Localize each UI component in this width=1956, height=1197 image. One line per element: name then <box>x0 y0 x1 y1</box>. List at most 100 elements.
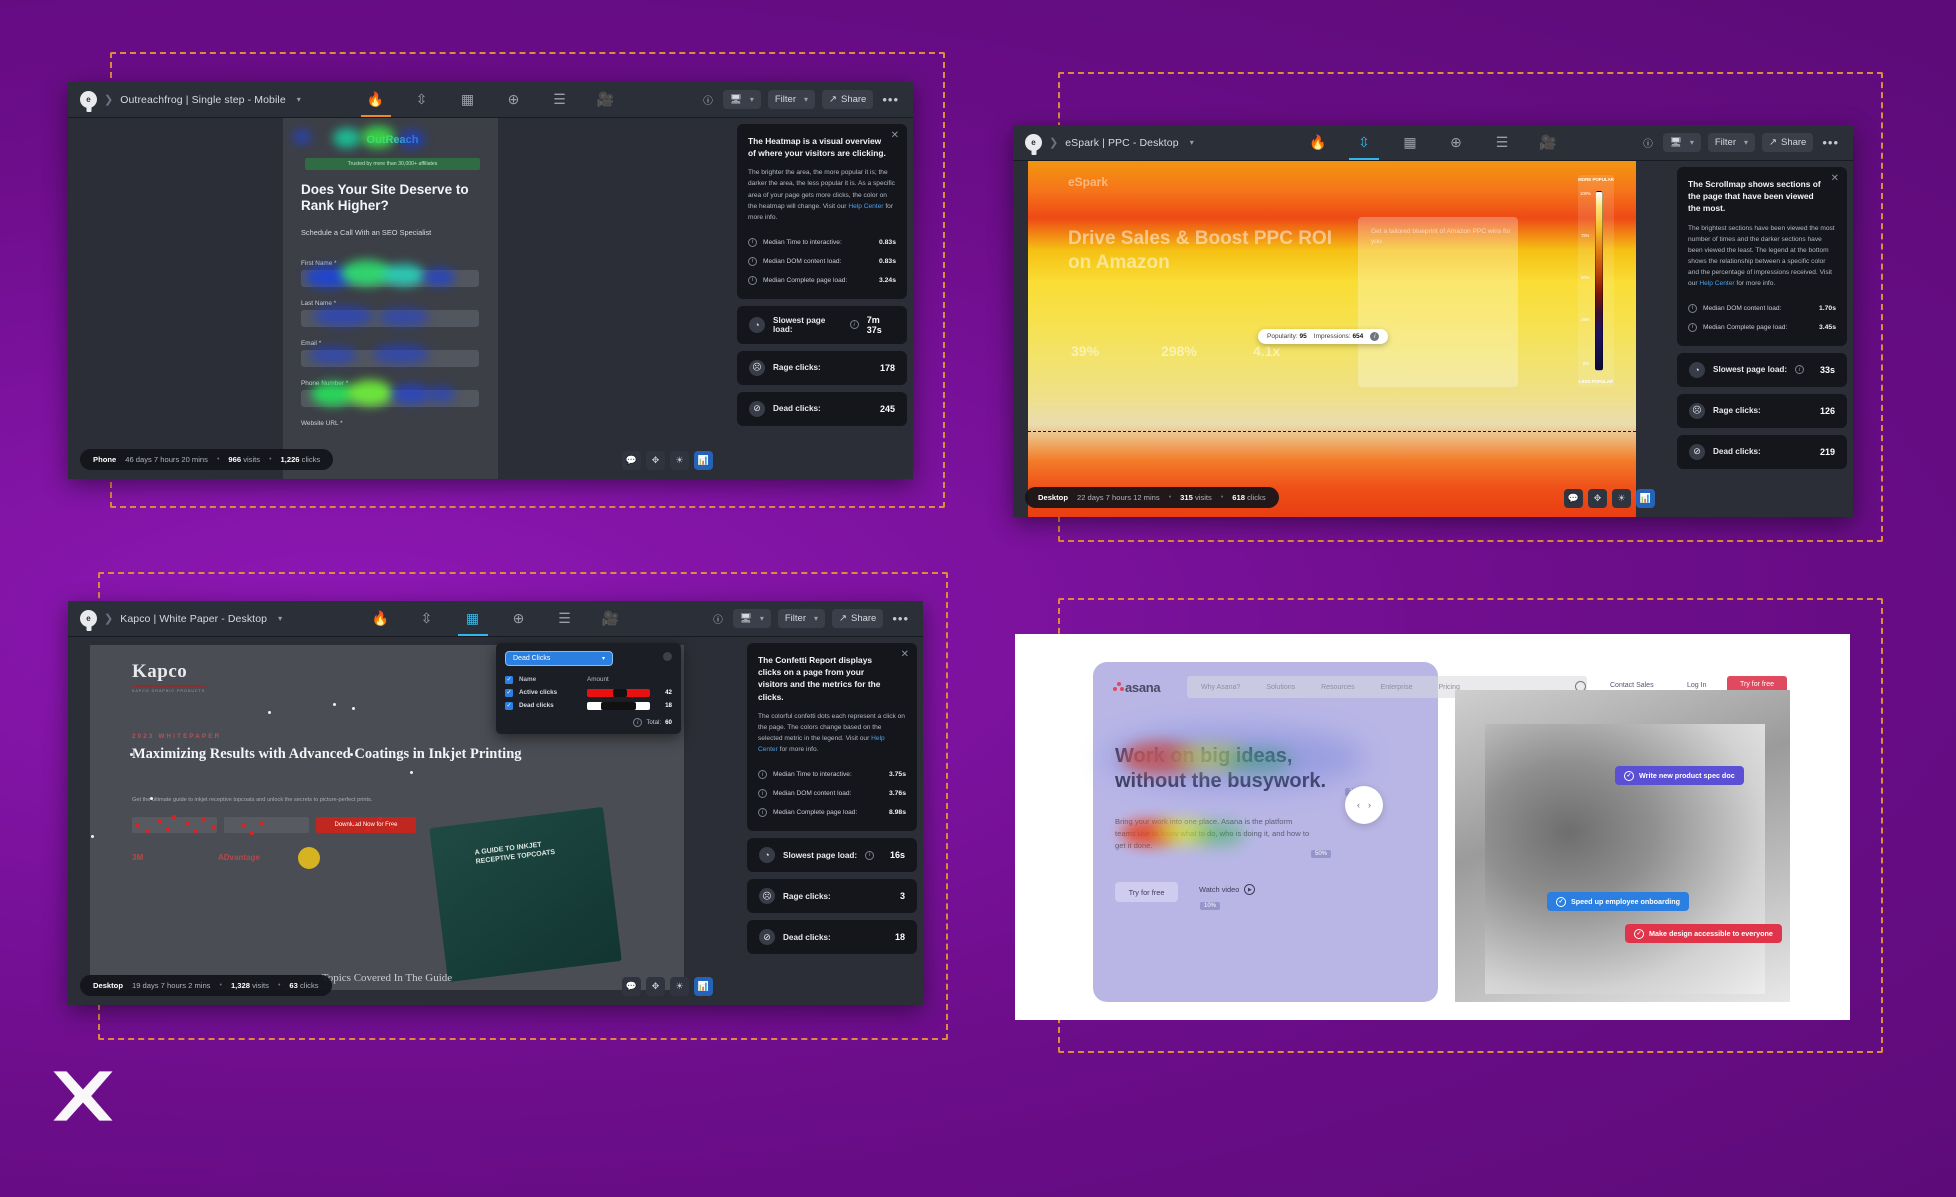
comment-icon[interactable]: 💬 <box>622 451 641 470</box>
breadcrumb-caret-icon[interactable]: ▾ <box>297 95 301 104</box>
info-icon[interactable]: i <box>748 275 757 285</box>
confetti-dot[interactable] <box>250 831 254 835</box>
tab-scrollmap-icon[interactable]: ⇳ <box>409 82 435 117</box>
close-icon[interactable]: ✕ <box>891 130 899 141</box>
info-icon[interactable]: i <box>1688 322 1697 332</box>
device-selector[interactable]: 🖥 ▾ <box>732 609 771 628</box>
tab-list-icon[interactable]: ☰ <box>552 601 578 636</box>
pointer-icon[interactable]: ✥ <box>1588 489 1607 508</box>
confetti-dot[interactable] <box>212 825 216 829</box>
confetti-dot[interactable] <box>410 771 413 774</box>
preview-field-input[interactable] <box>301 390 479 407</box>
task-chip-employee-onboarding[interactable]: ✓ Speed up employee onboarding <box>1547 892 1690 911</box>
nav-log-in[interactable]: Log In <box>1687 682 1706 689</box>
confetti-legend-popup[interactable]: Dead Clicks ▾ ✓ Name Amount ✓ Active cli… <box>496 643 681 734</box>
confetti-dot[interactable] <box>130 753 133 756</box>
more-options-icon[interactable]: ••• <box>880 92 901 107</box>
metric-select[interactable]: Dead Clicks ▾ <box>505 651 613 666</box>
sun-icon[interactable]: ☀ <box>670 977 689 996</box>
tab-heatmap-flame-icon[interactable]: 🔥 <box>360 82 391 117</box>
confetti-dot[interactable] <box>166 827 170 831</box>
confetti-dot[interactable] <box>390 825 394 829</box>
nav-item-why-asana[interactable]: Why Asana? <box>1201 684 1240 691</box>
info-icon[interactable]: i <box>758 770 767 779</box>
close-icon[interactable]: ✕ <box>1831 173 1839 184</box>
info-icon[interactable]: i <box>865 850 875 860</box>
preview-field-input[interactable] <box>301 270 479 287</box>
legend-row-active-clicks[interactable]: ✓ Active clicks 42 <box>505 686 672 699</box>
confetti-dot[interactable] <box>136 823 140 827</box>
scrollmap-canvas-tools[interactable]: 💬 ✥ ☀ 📊 <box>1564 489 1655 508</box>
nav-item-enterprise[interactable]: Enterprise <box>1381 684 1413 691</box>
tab-list-icon[interactable]: ☰ <box>547 82 573 117</box>
bar-chart-icon[interactable]: 📊 <box>694 451 713 470</box>
help-center-link[interactable]: Help Center <box>1699 280 1734 287</box>
filter-button[interactable]: Filter ▾ <box>1707 133 1756 152</box>
confetti-dot[interactable] <box>260 821 264 825</box>
close-icon[interactable]: ✕ <box>901 649 909 660</box>
confetti-dot[interactable] <box>186 821 190 825</box>
sun-icon[interactable]: ☀ <box>1612 489 1631 508</box>
tab-add-icon[interactable]: ⊕ <box>1443 125 1469 160</box>
confetti-dot[interactable] <box>146 829 150 833</box>
more-options-icon[interactable]: ••• <box>1820 135 1841 150</box>
chevron-left-icon[interactable]: ‹ <box>1357 800 1360 810</box>
tab-confetti-grid-icon[interactable]: ▦ <box>1397 125 1423 160</box>
info-icon[interactable]: i <box>1688 303 1697 313</box>
asana-window[interactable]: asana Why Asana? Solutions Resources Ent… <box>1015 634 1850 1020</box>
row-checkbox[interactable]: ✓ <box>505 688 513 697</box>
comment-icon[interactable]: 💬 <box>1564 489 1583 508</box>
info-icon[interactable]: i <box>633 718 643 727</box>
more-options-icon[interactable]: ••• <box>890 611 911 626</box>
info-icon[interactable]: ⓘ <box>710 609 726 628</box>
bar-chart-icon[interactable]: 📊 <box>694 977 713 996</box>
info-icon[interactable]: i <box>849 320 859 330</box>
breadcrumb-label[interactable]: Kapco | White Paper - Desktop <box>120 613 267 625</box>
share-button[interactable]: ↗ Share <box>832 609 884 628</box>
confetti-dot[interactable] <box>333 703 336 706</box>
confetti-dot[interactable] <box>202 817 206 821</box>
filter-button[interactable]: Filter ▾ <box>767 90 816 109</box>
tab-heatmap-flame-icon[interactable]: 🔥 <box>368 601 394 636</box>
row-checkbox[interactable]: ✓ <box>505 701 513 710</box>
tab-scrollmap-icon[interactable]: ⇳ <box>1349 125 1379 160</box>
breadcrumb-caret-icon[interactable]: ▾ <box>1190 138 1194 147</box>
confetti-dot[interactable] <box>352 707 355 710</box>
tab-confetti-grid-icon[interactable]: ▦ <box>455 82 481 117</box>
info-icon[interactable]: ⓘ <box>700 90 716 109</box>
preview-cta-button[interactable]: Download Now for Free <box>316 817 416 833</box>
legend-row-dead-clicks[interactable]: ✓ Dead clicks 18 <box>505 699 672 712</box>
breadcrumb-label[interactable]: eSpark | PPC - Desktop <box>1065 137 1178 149</box>
preview-field-input[interactable] <box>301 310 479 327</box>
scrollmap-window[interactable]: e ❯ eSpark | PPC - Desktop ▾ 🔥 ⇳ ▦ ⊕ ☰ 🎥… <box>1013 125 1853 517</box>
task-chip-write-product-spec[interactable]: ✓ Write new product spec doc <box>1615 766 1744 785</box>
info-icon[interactable]: i <box>748 256 757 266</box>
tab-video-icon[interactable]: 🎥 <box>1535 125 1561 160</box>
try-for-free-button[interactable]: Try for free <box>1115 882 1178 902</box>
nav-item-solutions[interactable]: Solutions <box>1266 684 1295 691</box>
preview-field-input[interactable] <box>301 350 479 367</box>
comment-icon[interactable]: 💬 <box>622 977 641 996</box>
info-icon[interactable]: i <box>1795 365 1805 375</box>
tab-video-icon[interactable]: 🎥 <box>593 82 619 117</box>
confetti-dot[interactable] <box>150 797 153 800</box>
info-icon[interactable]: i <box>1370 332 1380 341</box>
bar-chart-icon[interactable]: 📊 <box>1636 489 1655 508</box>
breadcrumb-label[interactable]: Outreachfrog | Single step - Mobile <box>120 94 286 106</box>
carousel-arrows[interactable]: ‹ › <box>1345 786 1383 824</box>
confetti-dot[interactable] <box>350 753 353 756</box>
info-icon[interactable]: i <box>748 237 757 247</box>
device-selector[interactable]: 🖥 ▾ <box>1662 133 1701 152</box>
device-selector[interactable]: 🖥 ▾ <box>722 90 761 109</box>
breadcrumb-caret-icon[interactable]: ▾ <box>278 614 282 623</box>
confetti-dot[interactable] <box>91 835 94 838</box>
info-icon[interactable]: i <box>758 808 767 817</box>
popularity-pill[interactable]: Popularity: 95 Impressions: 654 i <box>1258 329 1389 344</box>
confetti-dot[interactable] <box>242 823 246 827</box>
confetti-canvas-tools[interactable]: 💬 ✥ ☀ 📊 <box>622 977 713 996</box>
watch-video-button[interactable]: Watch video ▶ <box>1199 884 1256 895</box>
tab-list-icon[interactable]: ☰ <box>1489 125 1515 160</box>
heatmap-canvas-tools[interactable]: 💬 ✥ ☀ 📊 <box>622 451 713 470</box>
chevron-right-icon[interactable]: › <box>1368 800 1371 810</box>
confetti-window[interactable]: e ❯ Kapco | White Paper - Desktop ▾ 🔥 ⇳ … <box>68 601 923 1005</box>
